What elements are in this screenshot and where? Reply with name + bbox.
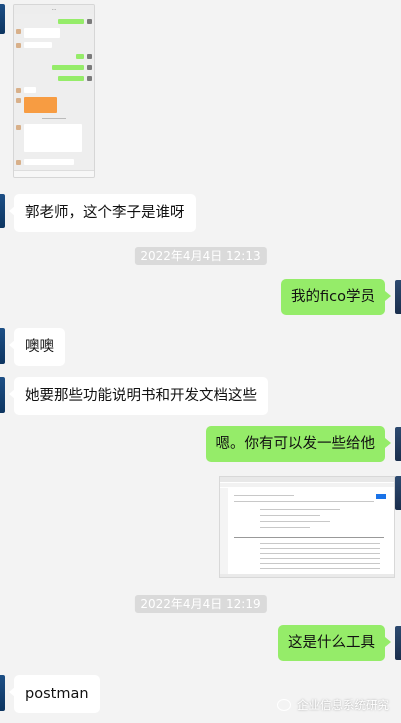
sender-avatar[interactable]: [0, 328, 5, 364]
mini-timestamp: [42, 118, 66, 119]
sender-avatar[interactable]: [0, 675, 5, 711]
mini-avatar: [87, 54, 92, 59]
self-avatar[interactable]: [395, 427, 401, 461]
mini-avatar: [87, 65, 92, 70]
watermark: 企业信息系统研究: [277, 697, 389, 713]
sender-avatar[interactable]: [0, 194, 5, 228]
mini-row: [260, 563, 380, 564]
mini-row: [260, 568, 380, 569]
mini-bubble: [76, 54, 84, 59]
mini-row: [234, 501, 374, 502]
mini-avatar: [16, 98, 21, 103]
mini-avatar: [16, 43, 21, 48]
message-timestamp: 2022年4月4日 12:13: [134, 247, 267, 265]
message-bubble-incoming[interactable]: 她要那些功能说明书和开发文档这些: [9, 377, 268, 415]
mini-bubble: [58, 76, 84, 81]
mini-toolbar: [220, 483, 394, 487]
sender-avatar[interactable]: [0, 4, 5, 34]
self-avatar[interactable]: [395, 476, 401, 510]
message-bubble-outgoing[interactable]: 嗯。你有可以发一些给他: [205, 426, 391, 462]
mini-chat-header: ···: [14, 5, 94, 14]
mini-bubble: [58, 19, 84, 24]
mini-row: [260, 527, 310, 528]
self-avatar[interactable]: [395, 280, 401, 314]
mini-row: [260, 515, 320, 516]
mini-avatar: [16, 88, 21, 93]
sender-avatar[interactable]: [0, 377, 5, 413]
mini-avatar: [87, 76, 92, 81]
mini-avatar: [16, 29, 21, 34]
self-avatar[interactable]: [395, 626, 401, 660]
watermark-text: 企业信息系统研究: [297, 698, 389, 712]
mini-row: [260, 509, 340, 510]
mini-bubble: [24, 87, 36, 93]
mini-window-titlebar: [220, 477, 394, 482]
mini-statusbar: [220, 574, 394, 577]
mini-send-button: [376, 494, 386, 499]
wechat-official-account-icon: [277, 699, 291, 711]
mini-bubble: [24, 42, 52, 48]
mini-row: [234, 495, 294, 496]
mini-avatar: [87, 19, 92, 24]
mini-row: [260, 553, 380, 554]
message-bubble-outgoing[interactable]: 这是什么工具: [278, 625, 391, 661]
phone-screenshot-image[interactable]: ···: [13, 4, 95, 178]
mini-avatar: [16, 125, 21, 130]
mini-avatar: [16, 160, 21, 165]
mini-row: [260, 548, 380, 549]
mini-row: [260, 558, 380, 559]
mini-bubble: [52, 65, 84, 70]
message-bubble-outgoing[interactable]: 我的fico学员: [281, 279, 391, 315]
mini-bubble: [24, 159, 74, 165]
message-bubble-incoming[interactable]: postman: [9, 675, 100, 713]
mini-row: [234, 537, 384, 538]
message-timestamp: 2022年4月4日 12:19: [134, 595, 267, 613]
mini-bubble: [24, 28, 60, 38]
desktop-screenshot-image[interactable]: [219, 476, 395, 578]
message-bubble-incoming[interactable]: 噢噢: [9, 328, 65, 366]
mini-sidebar: [220, 488, 228, 577]
mini-row: [260, 543, 380, 544]
mini-input-bar: [14, 170, 94, 177]
mini-red-packet: [24, 97, 57, 113]
mini-row: [260, 521, 330, 522]
mini-bubble: [24, 124, 82, 152]
message-bubble-incoming[interactable]: 郭老师，这个李子是谁呀: [9, 194, 196, 232]
